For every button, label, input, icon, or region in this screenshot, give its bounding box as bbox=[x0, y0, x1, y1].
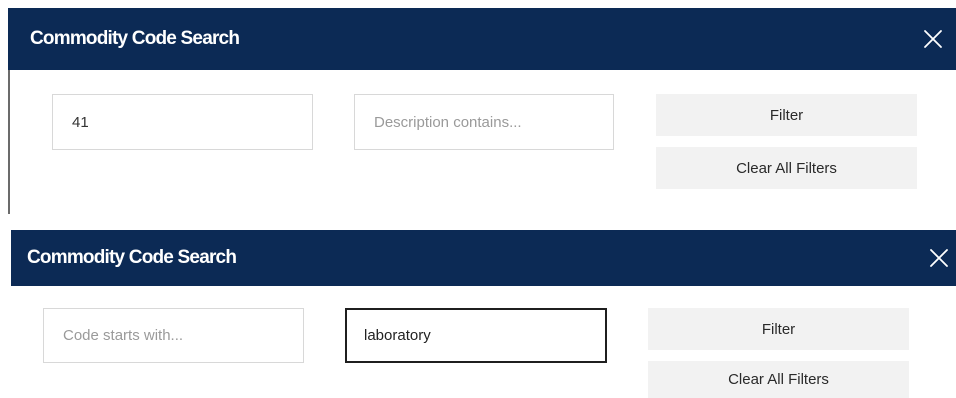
close-icon[interactable] bbox=[928, 247, 950, 269]
commodity-search-dialog: Commodity Code Search Filter Clear All F… bbox=[8, 230, 956, 398]
commodity-search-dialog: Commodity Code Search Filter Clear All F… bbox=[8, 8, 956, 214]
code-starts-with-input[interactable] bbox=[52, 94, 313, 150]
clear-all-filters-button[interactable]: Clear All Filters bbox=[648, 361, 909, 398]
description-contains-input[interactable] bbox=[354, 94, 614, 150]
close-icon[interactable] bbox=[922, 28, 944, 50]
filter-button[interactable]: Filter bbox=[656, 94, 917, 136]
dialog-header: Commodity Code Search bbox=[11, 230, 956, 286]
clear-all-filters-button[interactable]: Clear All Filters bbox=[656, 147, 917, 189]
dialog-header: Commodity Code Search bbox=[8, 8, 956, 70]
filter-button[interactable]: Filter bbox=[648, 308, 909, 350]
dialog-title: Commodity Code Search bbox=[27, 247, 237, 268]
description-contains-input[interactable] bbox=[345, 308, 607, 363]
code-starts-with-input[interactable] bbox=[43, 308, 304, 363]
dialog-title: Commodity Code Search bbox=[30, 28, 240, 49]
